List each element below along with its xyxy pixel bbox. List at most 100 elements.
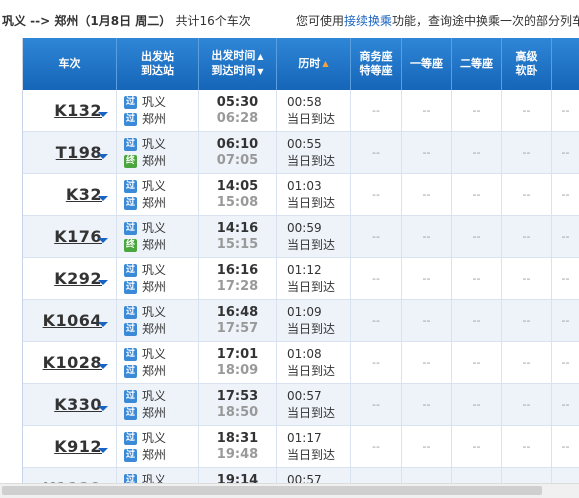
duration-cell: 01:03 当日到达 xyxy=(277,174,351,215)
train-number-cell[interactable]: K1028 xyxy=(23,342,117,383)
pass-through-icon: 过 xyxy=(124,280,137,294)
header-biz-2: 特等座 xyxy=(359,64,393,77)
seat-availability: -- xyxy=(502,258,552,299)
pass-through-icon: 过 xyxy=(124,406,137,420)
header-dep-time[interactable]: 出发时间 xyxy=(211,49,255,62)
header-times[interactable]: 出发时间 ▲ 到达时间 ▼ xyxy=(199,38,277,90)
times-cell: 14:16 15:15 xyxy=(199,216,277,257)
departure-time: 17:01 xyxy=(216,346,259,362)
train-number-cell[interactable]: K292 xyxy=(23,258,117,299)
terminal-icon: 终 xyxy=(124,154,137,168)
train-number-cell[interactable]: K176 xyxy=(23,216,117,257)
transfer-link[interactable]: 接续换乘 xyxy=(344,14,392,28)
times-cell: 19:1420:11 xyxy=(199,468,277,483)
pass-through-icon: 过 xyxy=(124,137,137,151)
times-cell: 17:01 18:09 xyxy=(199,342,277,383)
expand-stops-icon[interactable] xyxy=(98,364,108,369)
departure-time: 06:10 xyxy=(216,136,259,152)
expand-stops-icon[interactable] xyxy=(98,112,108,117)
train-number-cell[interactable]: K1132 xyxy=(23,468,117,483)
sort-up-icon[interactable]: ▲ xyxy=(257,52,263,61)
table-row: K32 过巩义过郑州 14:05 15:08 01:03 当日到达 -- -- -- -- -- xyxy=(23,174,579,216)
train-number-cell[interactable]: K912 xyxy=(23,426,117,467)
header-to-station: 到达站 xyxy=(141,64,174,77)
expand-stops-icon[interactable] xyxy=(98,280,108,285)
header-train-no: 车次 xyxy=(23,38,117,90)
train-number-link[interactable]: K330 xyxy=(54,395,102,414)
seat-availability: -- xyxy=(552,174,579,215)
scrollbar-thumb[interactable] xyxy=(2,486,542,495)
sort-down-icon[interactable]: ▼ xyxy=(257,67,263,76)
train-number-link[interactable]: K176 xyxy=(54,227,102,246)
train-number-link[interactable]: K1028 xyxy=(43,353,102,372)
seat-availability: -- xyxy=(402,90,452,131)
pass-through-icon: 过 xyxy=(124,448,137,462)
from-station: 巩义 xyxy=(142,473,167,483)
expand-stops-icon[interactable] xyxy=(98,238,108,243)
expand-stops-icon[interactable] xyxy=(98,196,108,201)
table-body: K132 过巩义过郑州 05:30 06:28 00:58 当日到达 -- -- -- -- -- T… xyxy=(23,90,579,483)
duration-value: 00:57 xyxy=(287,389,322,403)
arrival-day: 当日到达 xyxy=(287,364,336,378)
expand-stops-icon[interactable] xyxy=(98,406,108,411)
to-station: 郑州 xyxy=(142,238,167,252)
duration-cell: 00:57 当日到达 xyxy=(277,384,351,425)
seat-availability: -- xyxy=(351,384,402,425)
pass-through-icon: 过 xyxy=(124,196,137,210)
train-number-cell[interactable]: K1064 xyxy=(23,300,117,341)
train-number-cell[interactable]: T198 xyxy=(23,132,117,173)
expand-stops-icon[interactable] xyxy=(98,154,108,159)
from-station: 巩义 xyxy=(142,347,167,361)
seat-availability: -- xyxy=(351,426,402,467)
arrival-day: 当日到达 xyxy=(287,238,336,252)
departure-time: 14:16 xyxy=(216,220,259,236)
sort-asc-icon[interactable]: ▲ xyxy=(322,57,328,71)
seat-availability: -- xyxy=(552,342,579,383)
to-station: 郑州 xyxy=(142,112,167,126)
departure-time: 18:31 xyxy=(216,430,259,446)
expand-stops-icon[interactable] xyxy=(98,322,108,327)
seat-availability: -- xyxy=(351,132,402,173)
stations-cell: 过巩义过郑州 xyxy=(117,468,199,483)
departure-time: 16:16 xyxy=(216,262,259,278)
train-number-cell[interactable]: K132 xyxy=(23,90,117,131)
to-station: 郑州 xyxy=(142,448,167,462)
expand-stops-icon[interactable] xyxy=(98,448,108,453)
pass-through-icon: 过 xyxy=(124,263,137,277)
horizontal-scrollbar[interactable] xyxy=(0,483,579,498)
header-duration-label[interactable]: 历时 xyxy=(298,57,320,71)
duration-value: 01:08 xyxy=(287,347,322,361)
seat-availability: -- xyxy=(452,174,502,215)
train-number-link[interactable]: K292 xyxy=(54,269,102,288)
stations-cell: 过巩义过郑州 xyxy=(117,300,199,341)
train-number-link[interactable]: K132 xyxy=(54,101,102,120)
stations-cell: 过巩义终郑州 xyxy=(117,216,199,257)
times-cell: 14:05 15:08 xyxy=(199,174,277,215)
train-number-cell[interactable]: K32 xyxy=(23,174,117,215)
times-cell: 16:48 17:57 xyxy=(199,300,277,341)
pass-through-icon: 过 xyxy=(124,112,137,126)
train-number-link[interactable]: K912 xyxy=(54,437,102,456)
route-summary: 巩义 --> 郑州（1月8日 周二） 共计16个车次 xyxy=(2,12,251,29)
arrival-time: 06:28 xyxy=(216,110,259,126)
table-row: T198 过巩义终郑州 06:10 07:05 00:55 当日到达 -- -- -- -- -- xyxy=(23,132,579,174)
transfer-hint: 您可使用接续换乘功能，查询途中换乘一次的部分列车 xyxy=(296,12,579,29)
header-arr-time[interactable]: 到达时间 xyxy=(211,64,255,77)
seat-availability: -- xyxy=(452,426,502,467)
train-number-cell[interactable]: K330 xyxy=(23,384,117,425)
seat-availability: -- xyxy=(402,384,452,425)
train-number-link[interactable]: K1064 xyxy=(43,311,102,330)
seat-availability: -- xyxy=(552,132,579,173)
header-duration[interactable]: 历时 ▲ xyxy=(277,38,351,90)
duration-value: 00:55 xyxy=(287,137,322,151)
train-number-link[interactable]: K32 xyxy=(66,185,102,204)
from-station: 巩义 xyxy=(142,389,167,403)
train-table: 车次 出发站 到达站 出发时间 ▲ 到达时间 ▼ 历时 ▲ 商务座 特等座 一等座 二… xyxy=(22,38,579,483)
pass-through-icon: 过 xyxy=(124,305,137,319)
train-number-link[interactable]: T198 xyxy=(56,143,102,162)
seat-availability: -- xyxy=(351,216,402,257)
stations-cell: 过巩义过郑州 xyxy=(117,90,199,131)
seat-availability: -- xyxy=(502,174,552,215)
seat-availability: -- xyxy=(452,384,502,425)
seat-availability: -- xyxy=(351,342,402,383)
